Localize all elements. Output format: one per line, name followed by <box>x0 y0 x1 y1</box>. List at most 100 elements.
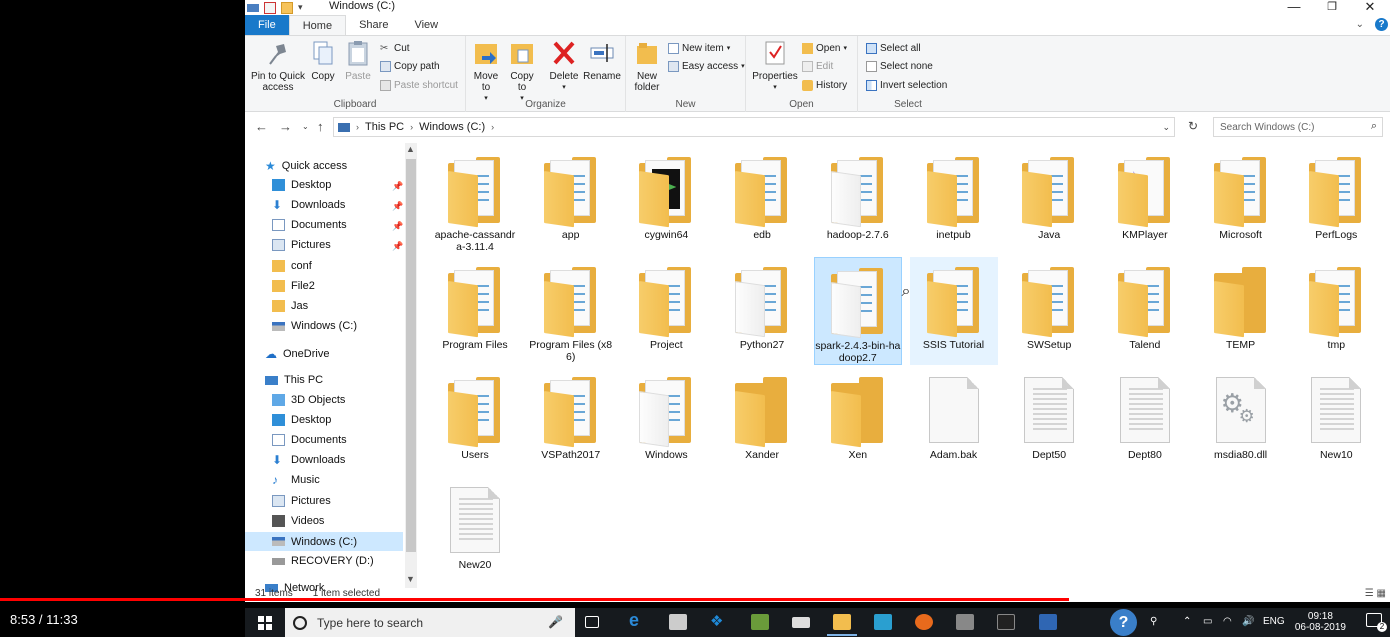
folder-item[interactable]: Users <box>431 367 519 475</box>
folder-item[interactable]: VSPath2017 <box>527 367 615 475</box>
sidebar-item-jas[interactable]: Jas <box>272 300 308 312</box>
help-question-icon[interactable]: ? <box>1110 609 1137 636</box>
sidebar-item-file2[interactable]: File2 <box>272 280 315 292</box>
breadcrumb-chevron-icon[interactable]: › <box>356 122 359 132</box>
folder-item[interactable]: KMPlayer <box>1101 147 1189 255</box>
copy-path-button[interactable]: Copy path <box>380 59 440 73</box>
scroll-up-icon[interactable]: ▲ <box>406 144 415 154</box>
new-folder-icon[interactable] <box>281 1 293 14</box>
sidebar-item-conf[interactable]: conf <box>272 260 312 272</box>
close-button[interactable]: ✕ <box>1351 0 1389 14</box>
file-item[interactable]: Adam.bak <box>910 367 998 475</box>
breadcrumb-chevron-icon[interactable]: › <box>491 122 494 132</box>
folder-item[interactable]: spark-2.4.3-bin-hadoop2.7 <box>813 257 902 365</box>
computer-icon[interactable] <box>247 3 259 12</box>
invert-selection-button[interactable]: Invert selection <box>866 78 947 92</box>
battery-icon[interactable]: ▭ <box>1203 616 1212 627</box>
search-input[interactable]: Search Windows (C:) ⌕ <box>1213 117 1383 137</box>
address-bar[interactable]: › This PC › Windows (C:) › ⌄ <box>333 117 1175 137</box>
sidebar-item-downloads-pc[interactable]: ⬇ Downloads <box>272 454 345 466</box>
tab-home[interactable]: Home <box>288 15 347 35</box>
folder-item[interactable]: apache-cassandra-3.11.4 <box>431 147 519 255</box>
folder-item[interactable]: SSIS Tutorial <box>909 257 998 365</box>
file-item[interactable]: Dept80 <box>1101 367 1189 475</box>
sidebar-item-music[interactable]: ♪ Music <box>272 474 320 486</box>
select-all-button[interactable]: Select all <box>866 41 921 55</box>
sidebar-item-videos[interactable]: Videos <box>272 515 324 527</box>
address-dropdown-icon[interactable]: ⌄ <box>1162 122 1170 133</box>
sidebar-item-recovery-d[interactable]: RECOVERY (D:) <box>272 555 374 567</box>
language-indicator[interactable]: ENG <box>1263 616 1285 627</box>
sidebar-item-desktop-pc[interactable]: Desktop <box>272 414 331 426</box>
folder-item[interactable]: Xen <box>814 367 902 475</box>
sidebar-item-this-pc[interactable]: This PC <box>265 374 323 386</box>
pin-quick-access-button[interactable]: Pin to Quick access <box>250 40 306 93</box>
command-prompt-icon[interactable] <box>997 614 1015 630</box>
properties-button[interactable]: Properties ▾ <box>750 40 800 93</box>
folder-item[interactable]: SWSetup <box>1005 257 1093 365</box>
folder-item[interactable]: Python27 <box>718 257 806 365</box>
mail-icon[interactable] <box>792 617 810 628</box>
sidebar-item-pictures[interactable]: Pictures <box>272 239 331 251</box>
edge-browser-icon[interactable]: e <box>629 610 647 630</box>
restore-button[interactable]: ❐ <box>1313 0 1351 13</box>
folder-item[interactable]: app <box>527 147 615 255</box>
scroll-down-icon[interactable]: ▼ <box>406 574 415 584</box>
minimize-button[interactable]: — <box>1275 0 1313 14</box>
breadcrumb-this-pc[interactable]: This PC <box>365 121 404 133</box>
sidebar-item-pictures-pc[interactable]: Pictures <box>272 495 331 507</box>
folder-item[interactable]: Talend <box>1101 257 1189 365</box>
sidebar-item-quick-access[interactable]: ★ Quick access <box>265 159 347 173</box>
folder-item[interactable]: TEMP <box>1197 257 1285 365</box>
easy-access-button[interactable]: Easy access ▾ <box>668 59 745 73</box>
folder-item[interactable]: edb <box>718 147 806 255</box>
paste-button[interactable]: Paste <box>342 40 374 82</box>
file-item[interactable]: Dept50 <box>1005 367 1093 475</box>
move-to-button[interactable]: Move to ▾ <box>470 40 502 104</box>
expand-ribbon-icon[interactable]: ⌄ <box>1356 19 1364 30</box>
customize-chevron-icon[interactable]: ▾ <box>298 2 303 13</box>
folder-item[interactable]: Windows <box>622 367 710 475</box>
tab-view[interactable]: View <box>401 15 451 35</box>
sidebar-item-windows-c[interactable]: Windows (C:) <box>245 532 403 551</box>
file-explorer-icon[interactable] <box>827 614 857 636</box>
breadcrumb-chevron-icon[interactable]: › <box>410 122 413 132</box>
folder-item[interactable]: cygwin64 <box>622 147 710 255</box>
firefox-icon[interactable] <box>915 614 933 630</box>
back-arrow-icon[interactable]: ← <box>255 119 268 134</box>
folder-item[interactable]: hadoop-2.7.6 <box>814 147 902 255</box>
open-button[interactable]: Open ▾ <box>802 41 847 55</box>
sidebar-item-windows-c-quick[interactable]: Windows (C:) <box>272 320 357 332</box>
scrollbar-thumb[interactable] <box>406 159 416 552</box>
folder-item[interactable]: PerfLogs <box>1292 147 1380 255</box>
people-icon[interactable]: ⚲ <box>1150 616 1157 627</box>
visual-studio-icon[interactable] <box>1039 614 1057 630</box>
folder-item[interactable]: tmp <box>1292 257 1380 365</box>
microphone-icon[interactable]: 🎤 <box>548 615 563 629</box>
new-folder-button[interactable]: New folder <box>630 40 664 93</box>
paste-shortcut-button[interactable]: Paste shortcut <box>380 78 458 92</box>
store-icon[interactable] <box>669 614 687 630</box>
dropbox-icon[interactable]: ❖ <box>710 612 728 630</box>
select-none-button[interactable]: Select none <box>866 59 933 73</box>
sidebar-item-3d-objects[interactable]: 3D Objects <box>272 394 345 406</box>
app-icon[interactable] <box>874 614 892 630</box>
tab-file[interactable]: File <box>245 15 289 35</box>
file-item[interactable]: New20 <box>431 477 519 585</box>
recent-locations-chevron-icon[interactable]: ⌄ <box>302 122 309 131</box>
copy-button[interactable]: Copy <box>307 40 339 82</box>
breadcrumb-windows-c[interactable]: Windows (C:) <box>419 121 485 133</box>
sidebar-item-desktop[interactable]: Desktop <box>272 179 331 191</box>
up-arrow-icon[interactable]: ↑ <box>317 119 324 134</box>
start-button[interactable] <box>245 608 285 637</box>
sidebar-item-documents[interactable]: Documents <box>272 219 347 231</box>
sidebar-item-downloads[interactable]: ⬇ Downloads <box>272 199 345 211</box>
task-view-icon[interactable] <box>585 616 599 628</box>
folder-item[interactable]: Program Files (x86) <box>527 257 615 365</box>
history-button[interactable]: History <box>802 78 847 92</box>
properties-icon[interactable] <box>264 1 276 14</box>
sidebar-item-documents-pc[interactable]: Documents <box>272 434 347 446</box>
folder-item[interactable]: Java <box>1005 147 1093 255</box>
forward-arrow-icon[interactable]: → <box>279 119 292 134</box>
folder-item[interactable]: Xander <box>718 367 806 475</box>
